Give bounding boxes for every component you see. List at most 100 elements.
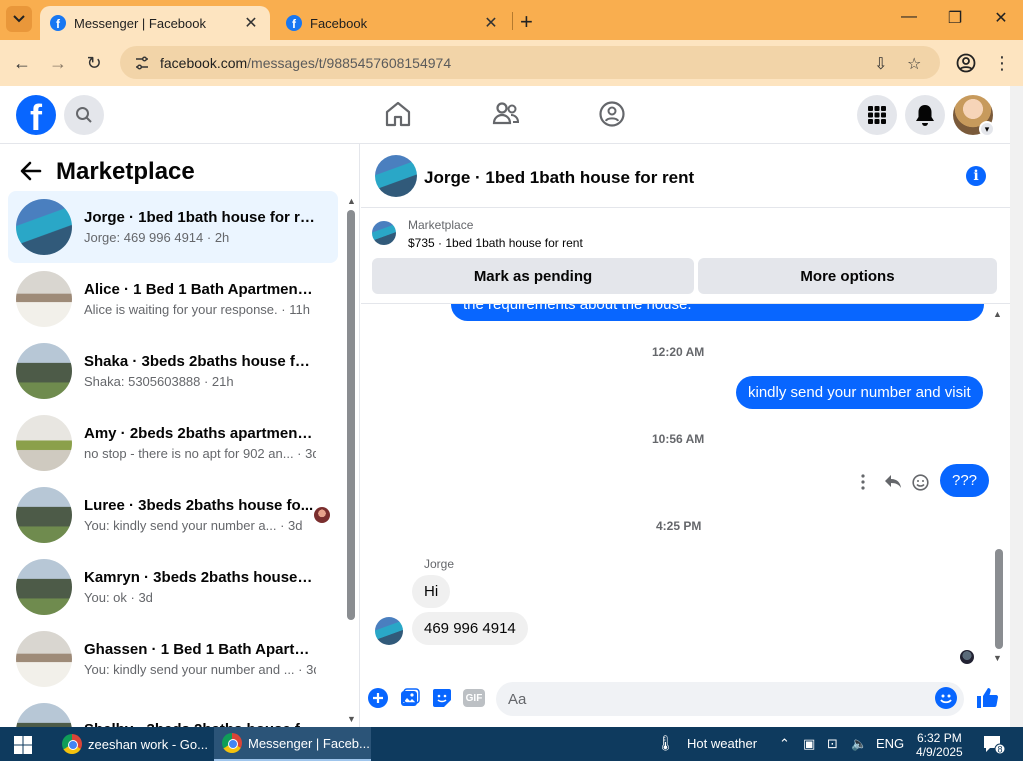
tray-chevron-up-icon[interactable]: ⌃	[779, 736, 790, 752]
reply-icon[interactable]	[884, 474, 902, 495]
page-scrollbar-track[interactable]	[1010, 86, 1023, 727]
install-app-icon[interactable]: ⇩	[874, 54, 887, 74]
scroll-down-icon[interactable]: ▼	[347, 714, 356, 724]
weather-text[interactable]: Hot weather	[687, 736, 757, 751]
more-options-button[interactable]: More options	[698, 258, 997, 294]
conversation-thumbnail	[16, 631, 72, 687]
gif-icon[interactable]: GIF	[463, 689, 485, 707]
search-icon	[76, 107, 92, 123]
conversation-text: Shaka · 3beds 2baths house for ... Shaka:…	[84, 353, 316, 389]
conversation-preview: Jorge: 469 996 4914 · 2h	[84, 230, 230, 245]
sticker-icon[interactable]	[432, 688, 452, 708]
address-bar[interactable]: facebook.com/messages/t/9885457608154974…	[120, 46, 940, 79]
conversation-name: Amy · 2beds 2baths apartment f...	[84, 425, 316, 442]
conversation-item[interactable]: Shaka · 3beds 2baths house for ... Shaka:…	[8, 335, 338, 407]
sender-avatar[interactable]	[375, 617, 403, 645]
menu-button[interactable]	[857, 95, 897, 135]
close-tab-icon[interactable]: ✕	[242, 13, 260, 33]
close-window-icon[interactable]: ✕	[986, 8, 1016, 28]
tab-messenger[interactable]: f Messenger | Facebook ✕	[40, 6, 270, 40]
new-tab-icon[interactable]: +	[520, 9, 533, 35]
tab-facebook[interactable]: f Facebook ✕	[276, 6, 510, 40]
tab-search-button[interactable]	[6, 6, 32, 32]
conversation-item[interactable]: Kamryn · 3beds 2baths house fo... You: ok…	[8, 551, 338, 623]
conversation-name: Alice · 1 Bed 1 Bath Apartment/c...	[84, 281, 316, 298]
conversation-thumbnail	[16, 559, 72, 615]
react-emoji-icon[interactable]	[912, 474, 929, 496]
language-indicator[interactable]: ENG	[876, 736, 904, 751]
conversation-item[interactable]: Ghassen · 1 Bed 1 Bath Apartme... You: ki…	[8, 623, 338, 695]
volume-icon[interactable]: 🔈	[851, 736, 867, 752]
listing-price[interactable]: $735 · 1bed 1bath house for rent	[408, 236, 583, 250]
notification-center-button[interactable]: 8	[983, 735, 1006, 758]
conversation-item[interactable]: Shelby · 3beds 2baths house for...	[8, 695, 338, 727]
conversation-name: Ghassen · 1 Bed 1 Bath Apartme...	[84, 641, 316, 658]
close-tab-icon[interactable]: ✕	[482, 13, 500, 33]
notification-count: 8	[997, 745, 1002, 755]
home-icon[interactable]	[385, 100, 411, 128]
back-arrow-icon[interactable]	[20, 160, 42, 182]
browser-tab-bar: f Messenger | Facebook ✕ f Facebook ✕ + …	[0, 0, 1023, 40]
marketplace-listing-bar: Marketplace $735 · 1bed 1bath house for …	[361, 208, 1010, 304]
forward-icon[interactable]: →	[45, 50, 71, 76]
clock[interactable]: 6:32 PM 4/9/2025	[916, 731, 963, 759]
notifications-button[interactable]	[905, 95, 945, 135]
conversation-item[interactable]: Jorge · 1bed 1bath house for rent Jorge: …	[8, 191, 338, 263]
bookmark-star-icon[interactable]: ☆	[907, 54, 921, 74]
taskbar-item-messenger[interactable]: Messenger | Faceb...	[214, 727, 371, 761]
conversation-preview: no stop - there is no apt for 902 an... …	[84, 446, 316, 461]
plus-circle-icon[interactable]	[368, 688, 388, 708]
conversation-item[interactable]: Alice · 1 Bed 1 Bath Apartment/c... Alice…	[8, 263, 338, 335]
conversation-item[interactable]: Amy · 2beds 2baths apartment f... no stop…	[8, 407, 338, 479]
windows-start-icon[interactable]	[14, 736, 32, 754]
message-more-icon[interactable]	[860, 474, 866, 495]
marketplace-sidebar: Marketplace Jorge · 1bed 1bath house for…	[0, 144, 360, 727]
back-icon[interactable]: ←	[9, 50, 35, 76]
conversation-thumbnail	[16, 703, 72, 727]
emoji-icon[interactable]	[935, 687, 957, 709]
scroll-up-icon[interactable]: ▲	[347, 196, 356, 206]
page-title: Marketplace	[56, 158, 195, 185]
outgoing-message[interactable]: kindly send your number and visit	[736, 376, 983, 409]
scroll-down-icon[interactable]: ▼	[993, 653, 1002, 663]
network-icon[interactable]: ⊡	[827, 736, 838, 752]
chat-scrollbar[interactable]	[995, 549, 1003, 649]
taskbar-item-label: Messenger | Faceb...	[248, 735, 370, 751]
groups-icon[interactable]	[598, 100, 626, 128]
conversation-name: Kamryn · 3beds 2baths house fo...	[84, 569, 316, 586]
conversation-text: Alice · 1 Bed 1 Bath Apartment/c... Alice…	[84, 281, 316, 317]
scroll-up-icon[interactable]: ▲	[993, 309, 1002, 319]
listing-thumbnail[interactable]	[372, 221, 396, 245]
outgoing-message[interactable]: the requirements about the house.	[451, 304, 984, 321]
reload-icon[interactable]: ↻	[81, 50, 107, 76]
search-button[interactable]	[64, 95, 104, 135]
profile-icon[interactable]	[953, 50, 979, 76]
seen-avatar	[314, 507, 330, 523]
outgoing-message[interactable]: ???	[940, 464, 990, 497]
incoming-message[interactable]: Hi	[412, 575, 451, 608]
site-settings-icon[interactable]	[134, 55, 150, 71]
weather-thermometer-icon[interactable]: 🌡	[656, 734, 675, 752]
chat-title[interactable]: Jorge · 1bed 1bath house for rent	[424, 168, 694, 188]
chrome-icon	[222, 733, 242, 753]
clock-date: 4/9/2025	[916, 745, 963, 759]
info-icon[interactable]: i	[966, 166, 986, 186]
account-avatar[interactable]: ▾	[953, 95, 995, 137]
photo-icon[interactable]	[400, 688, 420, 708]
restore-icon[interactable]: ❐	[940, 8, 970, 28]
facebook-logo-icon[interactable]: f	[16, 95, 56, 135]
chat-avatar[interactable]	[375, 155, 417, 197]
minimize-icon[interactable]: —	[894, 8, 924, 26]
friends-icon[interactable]	[492, 100, 520, 128]
timestamp: 4:25 PM	[656, 519, 702, 533]
taskbar-item-chrome-work[interactable]: zeeshan work - Go...	[54, 727, 210, 761]
like-thumb-icon[interactable]	[975, 686, 999, 710]
sidebar-scrollbar[interactable]	[347, 210, 355, 620]
meet-now-icon[interactable]: ▣	[803, 736, 815, 752]
message-input[interactable]: Aa	[496, 682, 964, 716]
incoming-message[interactable]: 469 996 4914	[412, 612, 528, 645]
mark-as-pending-button[interactable]: Mark as pending	[372, 258, 694, 294]
browser-menu-icon[interactable]: ⋮	[989, 50, 1015, 76]
conversation-item[interactable]: Luree · 3beds 2baths house fo... You: kin…	[8, 479, 338, 551]
seen-avatar	[960, 650, 974, 664]
